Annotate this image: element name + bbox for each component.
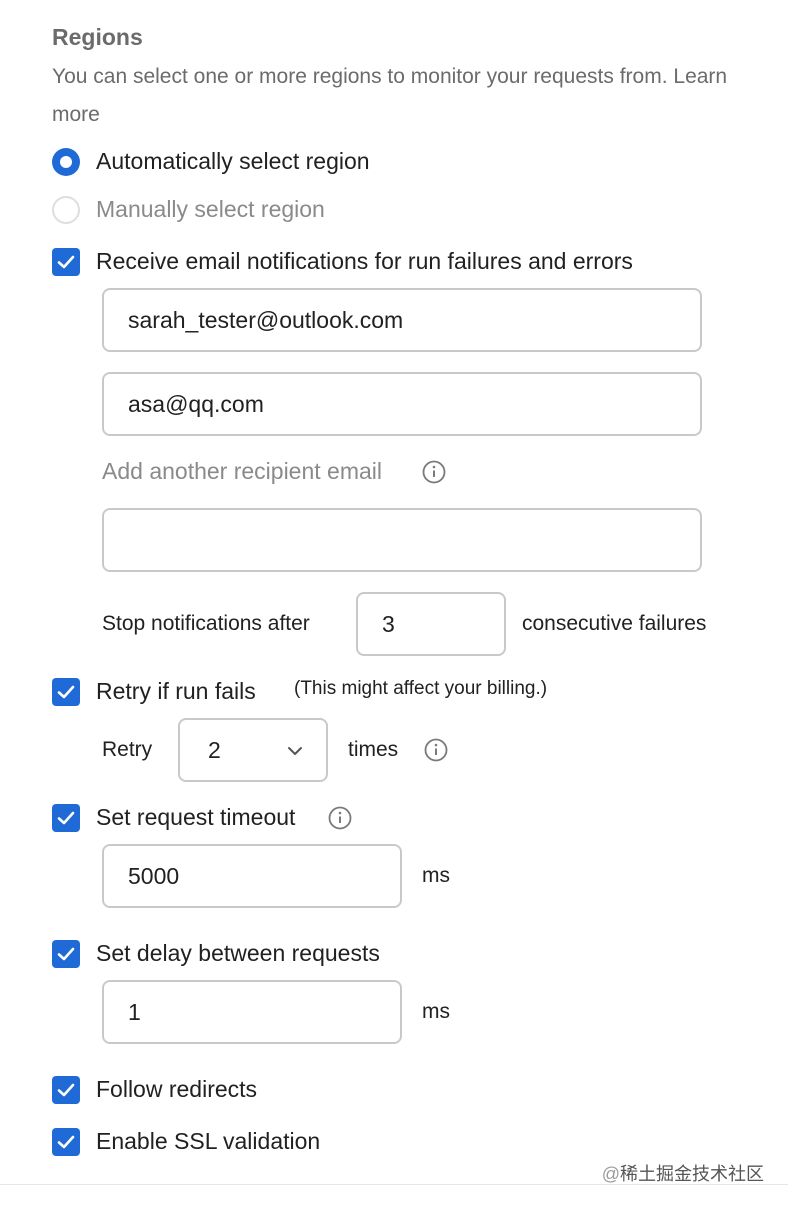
timeout-input[interactable]: 5000 [102,844,402,908]
delay-label[interactable]: Set delay between requests [96,940,380,967]
stop-notifications-suffix: consecutive failures [522,612,707,635]
regions-description: You can select one or more regions to mo… [52,58,732,134]
stop-notifications-prefix: Stop notifications after [102,612,310,635]
retry-suffix: times [348,738,399,761]
retry-billing-note: (This might affect your billing.) [294,678,548,699]
follow-redirects-label[interactable]: Follow redirects [96,1076,257,1103]
recipient-email-field-1[interactable]: sarah_tester@outlook.com [102,288,702,352]
regions-title: Regions [52,24,143,50]
check-icon [57,1135,75,1149]
timeout-unit: ms [422,864,450,887]
follow-redirects-checkbox[interactable] [52,1076,80,1104]
timeout-label[interactable]: Set request timeout [96,804,295,831]
regions-description-text: You can select one or more regions to mo… [52,65,668,88]
chevron-down-icon [288,747,302,755]
radio-auto-region[interactable] [52,148,80,176]
check-icon [57,255,75,269]
info-icon[interactable] [422,460,446,484]
email-notifications-label[interactable]: Receive email notifications for run fail… [96,248,633,275]
check-icon [57,1083,75,1097]
ssl-validation-checkbox[interactable] [52,1128,80,1156]
watermark-handle: @ [601,1164,620,1184]
timeout-checkbox[interactable] [52,804,80,832]
watermark-text: 稀土掘金技术社区 [620,1164,764,1184]
email-notifications-checkbox[interactable] [52,248,80,276]
stop-notifications-input[interactable]: 3 [356,592,506,656]
radio-manual-region-label[interactable]: Manually select region [96,196,325,223]
delay-unit: ms [422,1000,450,1023]
retry-prefix: Retry [102,738,153,761]
delay-checkbox[interactable] [52,940,80,968]
recipient-email-field-2[interactable]: asa@qq.com [102,372,702,436]
watermark: @稀土掘金技术社区 [602,1160,764,1186]
info-icon[interactable] [328,806,352,830]
new-recipient-email-field[interactable] [102,508,702,572]
check-icon [57,685,75,699]
retry-count-select[interactable]: 2 [178,718,328,782]
delay-input[interactable]: 1 [102,980,402,1044]
check-icon [57,811,75,825]
retry-count-value: 2 [208,736,221,763]
radio-manual-region[interactable] [52,196,80,224]
add-recipient-label: Add another recipient email [102,458,382,484]
info-icon[interactable] [424,738,448,762]
radio-auto-region-label[interactable]: Automatically select region [96,148,370,175]
ssl-validation-label[interactable]: Enable SSL validation [96,1128,320,1155]
retry-checkbox[interactable] [52,678,80,706]
check-icon [57,947,75,961]
retry-label[interactable]: Retry if run fails [96,678,256,705]
